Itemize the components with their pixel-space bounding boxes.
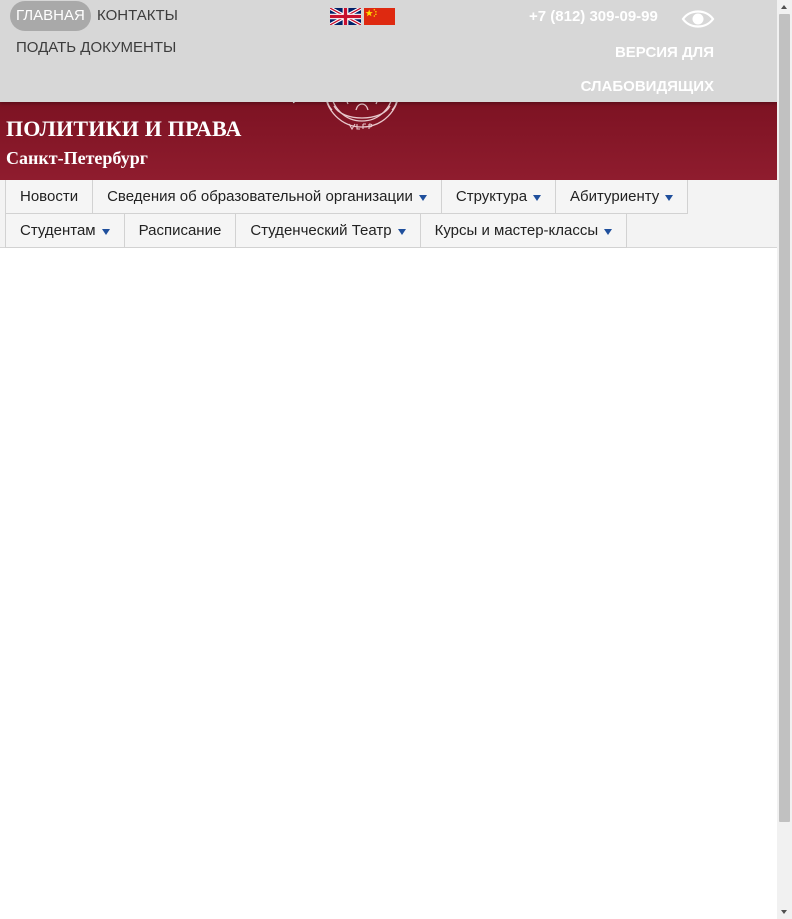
menu-item-applicants[interactable]: Абитуриенту [556, 180, 689, 214]
visually-impaired-version-link[interactable]: ВЕРСИЯ ДЛЯ СЛАБОВИДЯЩИХ [560, 36, 714, 104]
caret-down-icon [533, 195, 542, 201]
nav-home-link[interactable]: ГЛАВНАЯ [10, 1, 91, 31]
menu-item-label: Студентам [20, 222, 96, 239]
institute-city: Санкт-Петербург [6, 148, 148, 168]
top-utility-bar: ГЛАВНАЯ КОНТАКТЫ ПОДАТЬ ДОКУМЕНТЫ +7 (81… [0, 0, 777, 102]
scroll-down-arrow-icon[interactable] [777, 905, 792, 919]
page: ПОЛИТИКИ И ПРАВА Санкт-Петербург ГЛАВНАЯ… [0, 0, 777, 919]
menu-item-news[interactable]: Новости [5, 180, 94, 214]
caret-down-icon [418, 195, 427, 201]
menu-item-label: Студенческий Театр [250, 222, 392, 239]
menu-item-students[interactable]: Студентам [5, 214, 125, 248]
caret-down-icon [665, 195, 674, 201]
scrollbar-thumb[interactable] [779, 14, 790, 822]
menu-item-student-theatre[interactable]: Студенческий Театр [236, 214, 421, 248]
eye-icon[interactable] [681, 8, 715, 30]
menu-item-label: Абитуриенту [570, 188, 660, 205]
nav-submit-documents-link[interactable]: ПОДАТЬ ДОКУМЕНТЫ [16, 33, 176, 63]
menu-item-label: Новости [20, 188, 79, 205]
main-menu-row-2: Студентам Расписание Студенческий Театр … [5, 214, 628, 248]
menu-item-structure[interactable]: Структура [441, 180, 557, 214]
scroll-up-arrow-icon[interactable] [777, 0, 792, 14]
nav-contacts-link[interactable]: КОНТАКТЫ [97, 1, 178, 31]
menu-item-courses[interactable]: Курсы и мастер-классы [420, 214, 628, 248]
phone-number[interactable]: +7 (812) 309-09-99 [529, 8, 658, 25]
caret-down-icon [397, 229, 406, 235]
menu-item-schedule[interactable]: Расписание [124, 214, 237, 248]
menu-item-label: Сведения об образовательной организации [107, 188, 413, 205]
china-flag-icon[interactable] [364, 8, 395, 25]
menu-item-org-info[interactable]: Сведения об образовательной организации [93, 180, 442, 214]
menu-item-label: Структура [455, 188, 528, 205]
caret-down-icon [101, 229, 110, 235]
caret-down-icon [604, 229, 613, 235]
institute-name: ПОЛИТИКИ И ПРАВА [6, 116, 242, 141]
uk-flag-icon[interactable] [330, 8, 361, 25]
menu-item-label: Курсы и мастер-классы [434, 222, 599, 239]
menu-item-label: Расписание [138, 222, 222, 239]
vertical-scrollbar[interactable] [777, 0, 792, 919]
main-menu-row-1: Новости Сведения об образовательной орга… [5, 180, 689, 214]
main-menu: Новости Сведения об образовательной орга… [0, 180, 777, 248]
